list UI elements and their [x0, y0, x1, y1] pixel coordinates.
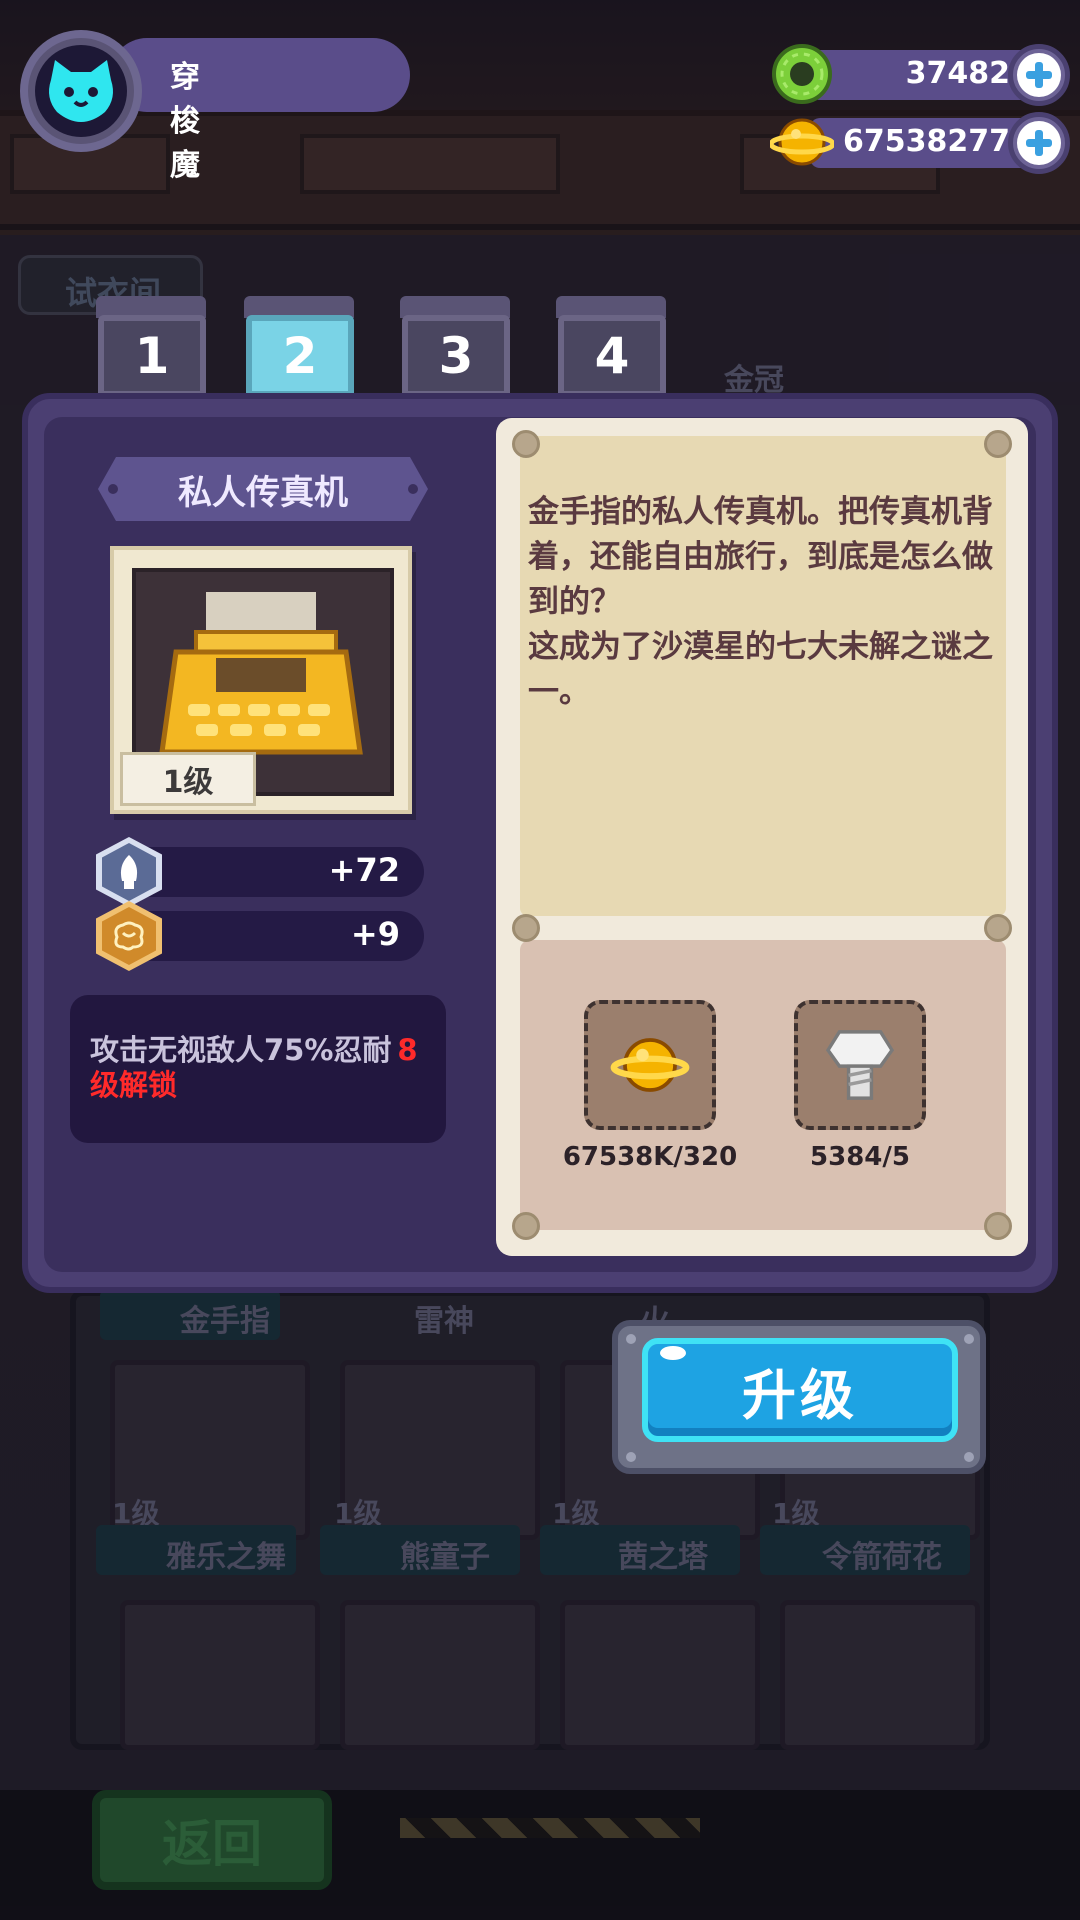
- frame-bolt: [626, 1452, 636, 1462]
- tab-label: 3: [438, 327, 474, 385]
- item-title-ribbon: 私人传真机: [98, 457, 428, 521]
- tab-label: 4: [594, 327, 630, 385]
- material-bolt-count: 5384/5: [810, 1142, 910, 1172]
- avatar[interactable]: [20, 30, 142, 152]
- item-description: 金手指的私人传真机。把传真机背着，还能自由旅行，到底是怎么做到的？ 这成为了沙漠…: [528, 494, 993, 710]
- profile-name-bar: [110, 38, 410, 112]
- scroll-pin: [512, 1212, 540, 1240]
- item-level: 1级: [162, 765, 214, 800]
- gem-currency: 37482: [772, 44, 1070, 106]
- item-name: 私人传真机: [178, 472, 348, 513]
- stat-row-brain: +9: [96, 901, 426, 971]
- frame-bolt: [964, 1334, 974, 1344]
- scroll-pin: [984, 914, 1012, 942]
- brain-value: +9: [350, 915, 400, 953]
- gold-count: 67538277: [843, 124, 1010, 159]
- scroll-pin: [512, 430, 540, 458]
- scroll-pin: [984, 1212, 1012, 1240]
- plus-icon: [1026, 130, 1052, 156]
- bolt-nut-icon: [825, 1030, 895, 1100]
- frame-bolt: [626, 1334, 636, 1344]
- frame-bolt: [964, 1452, 974, 1462]
- tab-2[interactable]: 2: [246, 315, 354, 397]
- item-level-tag: 1级: [120, 752, 256, 806]
- green-ring-icon: [772, 44, 832, 104]
- add-gem-button[interactable]: [1008, 44, 1070, 106]
- gold-planet-coin-icon: [770, 118, 834, 166]
- tab-4[interactable]: 4: [558, 315, 666, 397]
- tab-3[interactable]: 3: [402, 315, 510, 397]
- tab-label: 1: [134, 327, 170, 385]
- material-slot-gold[interactable]: [584, 1000, 716, 1130]
- player-name: 穿梭魔: [170, 60, 200, 183]
- add-gold-button[interactable]: [1008, 112, 1070, 174]
- skill-text: 攻击无视敌人75%忍耐: [90, 1033, 392, 1067]
- cat-face-icon: [49, 60, 113, 122]
- tab-label: 2: [282, 327, 318, 385]
- gem-count: 37482: [905, 56, 1010, 91]
- stat-row-attack: +72: [96, 837, 426, 907]
- gold-currency: 67538277: [770, 112, 1070, 174]
- upgrade-button-label: 升级: [742, 1363, 858, 1427]
- ribbon-dot: [408, 484, 418, 494]
- scroll-pin: [512, 914, 540, 942]
- material-slot-bolt[interactable]: [794, 1000, 926, 1130]
- attack-value: +72: [328, 851, 400, 889]
- upgrade-button[interactable]: 升级: [642, 1338, 958, 1442]
- gold-planet-coin-icon: [610, 1038, 690, 1092]
- skill-description-box: 攻击无视敌人75%忍耐 8级解锁: [70, 995, 446, 1143]
- ribbon-dot: [108, 484, 118, 494]
- material-gold-count: 67538K/320: [562, 1142, 738, 1172]
- tab-1[interactable]: 1: [98, 315, 206, 397]
- scroll-pin: [984, 430, 1012, 458]
- button-shine: [660, 1346, 686, 1360]
- plus-icon: [1026, 62, 1052, 88]
